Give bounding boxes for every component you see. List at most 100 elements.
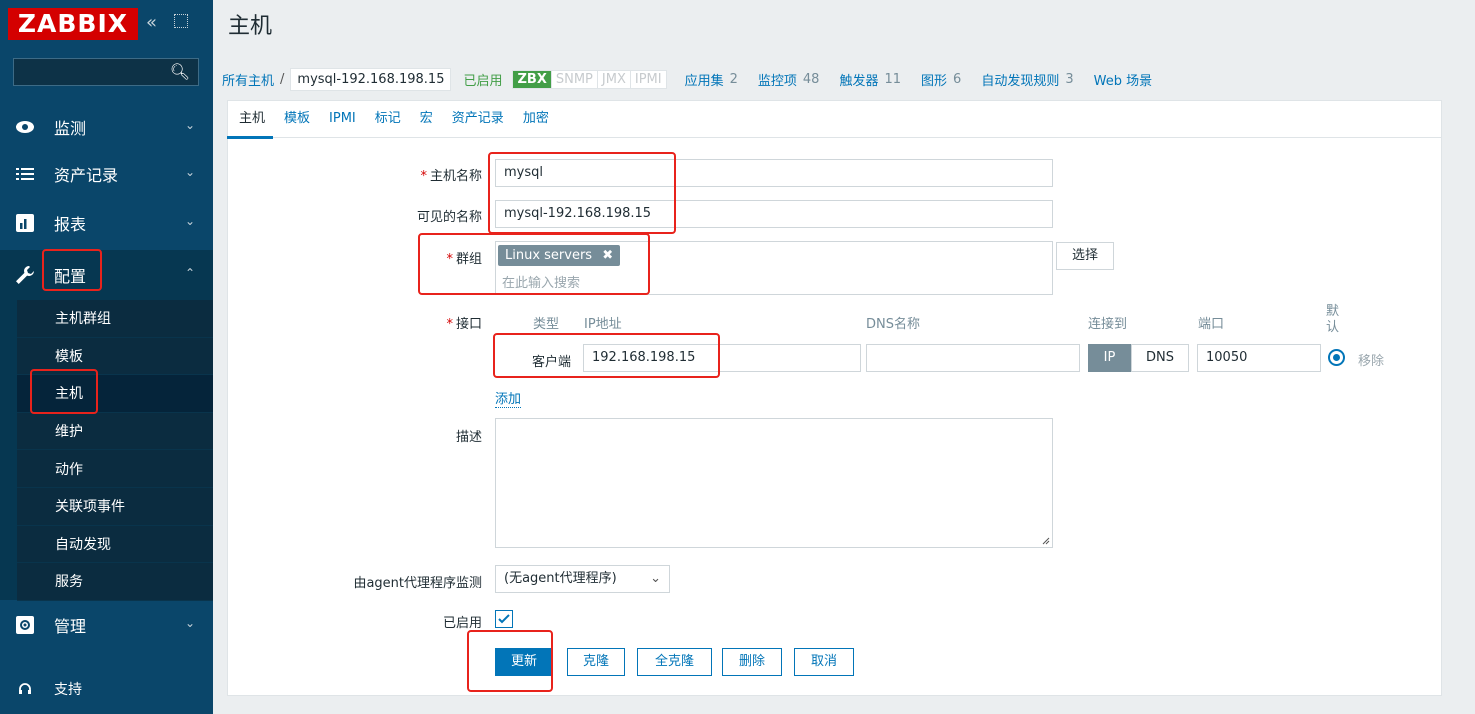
tab-host[interactable]: 主机 <box>226 100 274 139</box>
select-groups-button[interactable]: 选择 <box>1056 242 1114 270</box>
breadcrumb: 所有主机 / mysql-192.168.198.15 已启用 ZBX SNMP… <box>222 66 1158 92</box>
host-name-label-text: 主机名称 <box>429 169 482 184</box>
count-applications: 2 <box>729 71 738 87</box>
required-marker: * <box>446 252 453 267</box>
interfaces-label: * 接口 <box>330 313 482 332</box>
submenu-templates[interactable]: 模板 <box>17 337 213 376</box>
kiosk-mode-icon[interactable] <box>174 14 188 28</box>
proxy-label: 由agent代理程序监测 <box>353 576 482 591</box>
proxy-select-value: (无agent代理程序) <box>504 571 617 586</box>
page-title: 主机 <box>228 14 273 39</box>
enabled-checkbox[interactable] <box>495 610 513 628</box>
chevron-down-icon: ⌄ <box>650 571 661 586</box>
zbx-availability: ZBX <box>513 70 551 88</box>
update-button[interactable]: 更新 <box>495 648 553 676</box>
connect-ip-toggle[interactable]: IP <box>1088 344 1131 372</box>
host-name-input[interactable]: mysql <box>495 159 1053 187</box>
resize-handle-icon <box>1042 537 1050 545</box>
checkmark-icon <box>498 614 510 624</box>
tab-ipmi[interactable]: IPMI <box>329 100 356 138</box>
delete-button[interactable]: 删除 <box>722 648 782 676</box>
iface-port-input[interactable]: 10050 <box>1197 344 1321 372</box>
logo-row: ZABBIX « <box>0 0 213 48</box>
submenu-host-groups[interactable]: 主机群组 <box>17 300 213 338</box>
eye-icon <box>14 116 36 138</box>
ipmi-availability: IPMI <box>629 70 666 88</box>
collapse-sidebar-icon[interactable]: « <box>146 12 157 33</box>
bar-chart-icon <box>14 212 36 234</box>
remove-interface-link[interactable]: 移除 <box>1358 350 1384 369</box>
description-textarea[interactable] <box>495 418 1053 548</box>
chevron-up-icon: ⌃ <box>184 266 195 280</box>
breadcrumb-current-host: mysql-192.168.198.15 <box>290 67 452 91</box>
list-icon <box>14 163 36 185</box>
iface-col-default: 默认 <box>1326 304 1340 335</box>
visible-name-label: 可见的名称 <box>416 210 482 225</box>
required-marker: * <box>420 169 427 184</box>
chevron-down-icon: ⌄ <box>184 118 195 132</box>
nav-administration[interactable]: 管理 ⌄ <box>0 602 213 648</box>
groups-label: * 群组 <box>330 248 482 267</box>
headset-icon <box>14 678 36 700</box>
tab-templates[interactable]: 模板 <box>284 100 310 138</box>
link-items[interactable]: 监控项 <box>758 70 797 89</box>
link-web-scenarios[interactable]: Web 场景 <box>1094 70 1152 89</box>
nav-monitoring[interactable]: 监测 ⌄ <box>0 104 213 150</box>
tab-inventory[interactable]: 资产记录 <box>452 100 504 138</box>
snmp-availability: SNMP <box>550 70 597 88</box>
radio-dot <box>1333 354 1340 361</box>
cancel-button[interactable]: 取消 <box>794 648 854 676</box>
clone-button[interactable]: 克隆 <box>567 648 625 676</box>
tab-tags[interactable]: 标记 <box>375 100 401 138</box>
remove-tag-icon[interactable]: ✖ <box>602 248 613 263</box>
visible-name-input[interactable]: mysql-192.168.198.15 <box>495 200 1053 228</box>
iface-col-dns: DNS名称 <box>866 317 920 332</box>
breadcrumb-all-hosts[interactable]: 所有主机 <box>222 70 274 89</box>
zabbix-logo[interactable]: ZABBIX <box>8 8 138 40</box>
sidebar-search-input[interactable]: 🔍︎ <box>13 58 199 86</box>
chevron-down-icon: ⌄ <box>184 165 195 179</box>
default-interface-radio[interactable] <box>1328 349 1345 366</box>
nav-reports[interactable]: 报表 ⌄ <box>0 200 213 246</box>
iface-col-port: 端口 <box>1198 317 1225 332</box>
chevron-down-icon: ⌄ <box>184 214 195 228</box>
submenu-hosts[interactable]: 主机 <box>17 375 213 413</box>
submenu-maintenance[interactable]: 维护 <box>17 412 213 451</box>
iface-col-type: 类型 <box>533 317 560 332</box>
interfaces-label-text: 接口 <box>455 317 482 332</box>
breadcrumb-separator: / <box>280 71 285 87</box>
group-search-placeholder[interactable]: 在此输入搜索 <box>502 272 580 291</box>
sidebar: ZABBIX « 🔍︎ 监测 ⌄ 资产记录 ⌄ 报表 ⌄ 配置 ⌃ 主机群组 模… <box>0 0 213 714</box>
gear-icon <box>14 614 36 636</box>
required-marker: * <box>446 317 453 332</box>
submenu-strip <box>0 300 17 600</box>
link-graphs[interactable]: 图形 <box>921 70 947 89</box>
nav-label: 配置 <box>54 267 87 286</box>
connect-dns-toggle[interactable]: DNS <box>1131 344 1189 372</box>
nav-configuration[interactable]: 配置 ⌃ <box>0 250 213 300</box>
iface-ip-input[interactable]: 192.168.198.15 <box>583 344 861 372</box>
tab-encryption[interactable]: 加密 <box>523 100 549 138</box>
nav-label: 资产记录 <box>54 166 119 185</box>
nav-support[interactable]: 支持 <box>0 666 213 712</box>
group-tag: Linux servers ✖ <box>498 245 621 266</box>
link-discovery-rules[interactable]: 自动发现规则 <box>981 70 1059 89</box>
link-applications[interactable]: 应用集 <box>685 70 724 89</box>
submenu-services[interactable]: 服务 <box>17 563 213 601</box>
nav-inventory[interactable]: 资产记录 ⌄ <box>0 151 213 197</box>
tab-macros[interactable]: 宏 <box>420 100 433 138</box>
search-icon[interactable]: 🔍︎ <box>170 62 190 81</box>
link-triggers[interactable]: 触发器 <box>839 70 878 89</box>
proxy-select[interactable]: (无agent代理程序) ⌄ <box>495 565 670 593</box>
iface-dns-input[interactable] <box>866 344 1080 372</box>
config-submenu: 主机群组 模板 主机 维护 动作 关联项事件 自动发现 服务 <box>17 300 213 601</box>
status-badge: 已启用 <box>463 73 503 89</box>
count-graphs: 6 <box>953 71 962 87</box>
submenu-event-correlation[interactable]: 关联项事件 <box>17 487 213 526</box>
add-interface-link[interactable]: 添加 <box>495 388 522 408</box>
full-clone-button[interactable]: 全克隆 <box>637 648 712 676</box>
submenu-discovery[interactable]: 自动发现 <box>17 525 213 564</box>
nav-label: 监测 <box>54 119 87 138</box>
submenu-actions[interactable]: 动作 <box>17 450 213 488</box>
count-items: 48 <box>802 71 820 87</box>
